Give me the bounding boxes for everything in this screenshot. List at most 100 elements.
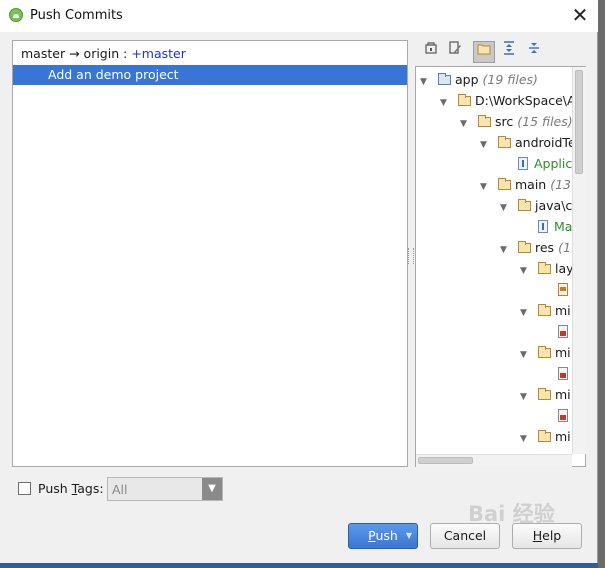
tree-node[interactable]: Ma [538,217,572,237]
tree-node[interactable]: ▼ mi [520,343,571,363]
folder-icon [498,136,511,148]
tree-node[interactable]: Applic [518,154,572,174]
group-by-directory-icon[interactable] [473,41,495,63]
expand-arrow-icon[interactable]: ▼ [420,72,430,92]
file-count: (15 files) [517,114,573,129]
expand-arrow-icon[interactable]: ▼ [520,303,530,323]
button-label: elp [542,528,562,543]
tree-node[interactable]: ▼ mi [520,301,571,321]
scrollbar-thumb[interactable] [418,457,473,464]
watermark: Bai 经验 [468,502,555,526]
folder-icon [538,262,551,274]
folder-icon [538,346,551,358]
folder-icon [538,388,551,400]
push-commits-dialog: Push Commits ✕ master → origin : +master… [0,0,598,568]
expand-arrow-icon[interactable]: ▼ [480,177,490,197]
folder-icon [458,94,471,106]
changed-files-tree: ▼ app (19 files) ▼ D:\WorkSpace\A ▼ src (15… [415,66,586,467]
expand-arrow-icon[interactable]: ▼ [500,240,510,260]
tree-vertical-scrollbar[interactable] [572,67,586,454]
expand-arrow-icon[interactable]: ▼ [520,345,530,365]
commit-row[interactable]: Add an demo project [13,65,407,85]
select-value: All [112,482,128,497]
panel-splitter[interactable] [408,248,414,264]
tree-node-label: androidTe [515,135,576,150]
push-tags-checkbox[interactable] [18,482,31,495]
folder-icon [538,430,551,442]
tree-node-label: mi [555,303,571,318]
tree-node[interactable]: ▼ app (19 files) [420,70,538,90]
button-label: ush [375,528,398,543]
tree-horizontal-scrollbar[interactable] [416,454,572,467]
commit-list-panel: master → origin : +master Add an demo pr… [12,40,408,467]
close-button[interactable]: ✕ [566,2,594,30]
folder-icon [498,178,511,190]
tree-node-label: mi [555,387,571,402]
module-folder-icon [438,73,451,85]
tree-node-label: mi [555,429,571,444]
folder-icon [518,199,531,211]
expand-arrow-icon[interactable]: ▼ [500,198,510,218]
folder-icon [538,304,551,316]
file-count: (13 [550,177,572,192]
scrollbar-thumb[interactable] [575,70,583,174]
background-strip [0,563,598,568]
collapse-all-icon[interactable] [523,41,545,63]
push-button[interactable]: Push ▼ [348,523,418,549]
file-count: (1 [558,240,571,255]
expand-arrow-icon[interactable]: ▼ [440,93,450,113]
button-mnemonic: H [532,528,543,543]
title-bar: Push Commits ✕ [0,0,598,32]
tree-node[interactable]: ▼ lay [520,259,574,279]
tree-node[interactable]: ▼ main (13 [480,175,571,195]
tree-node-label: main [515,177,547,192]
image-file-icon [558,325,568,338]
tree-node[interactable]: ▼ res (1 [500,238,571,258]
tree-node-label: lay [555,261,574,276]
folder-icon [478,115,491,127]
tree-node-label: java\c [535,198,573,213]
tree-node[interactable]: ▼ src (15 files) [460,112,573,132]
label-text: ags: [77,481,104,496]
expand-arrow-icon[interactable]: ▼ [480,135,490,155]
tree-node-label: Applic [534,156,573,171]
push-tags-label: Push Tags: [38,481,104,496]
window-title: Push Commits [30,8,123,23]
source-branch: master [21,46,66,61]
expand-all-icon[interactable] [498,41,520,63]
tree-node[interactable]: ▼ mi [520,427,571,447]
push-tags-select[interactable]: All ▼ [107,477,223,501]
edit-source-icon[interactable] [444,41,466,63]
image-file-icon [558,409,568,422]
mark-icon[interactable] [420,41,442,63]
expand-arrow-icon[interactable]: ▼ [520,387,530,407]
layout-file-icon [558,283,568,296]
tree-node[interactable]: ▼ mi [520,385,571,405]
folder-icon [518,241,531,253]
branch-arrow: → [69,46,80,61]
file-count: (19 files) [482,72,538,87]
java-file-icon [518,157,528,170]
tree-node-label: D:\WorkSpace\A [475,93,576,108]
branch-row[interactable]: master → origin : +master [21,45,186,63]
expand-arrow-icon[interactable]: ▼ [520,261,530,281]
tree-node-label: app [455,72,479,87]
tree-node[interactable]: ▼ D:\WorkSpace\A [440,91,576,111]
image-file-icon [558,367,568,380]
expand-arrow-icon[interactable]: ▼ [520,429,530,449]
dropdown-arrow-icon[interactable]: ▼ [406,524,412,548]
tree-node[interactable]: ▼ java\c [500,196,572,216]
tree-node-label: res [535,240,555,255]
tree-node[interactable]: ▼ androidTe [480,133,576,153]
tree-node-label: src [495,114,514,129]
java-file-icon [538,220,548,233]
new-branch-label[interactable]: +master [131,46,186,61]
commit-message: Add an demo project [48,67,179,82]
dropdown-arrow-icon[interactable]: ▼ [202,478,222,500]
android-studio-icon [9,8,23,22]
tree-node-label: mi [555,345,571,360]
target-remote: origin : [83,46,128,61]
label-text: Push [38,481,72,496]
tree-node-label: Ma [554,219,573,234]
expand-arrow-icon[interactable]: ▼ [460,114,470,134]
